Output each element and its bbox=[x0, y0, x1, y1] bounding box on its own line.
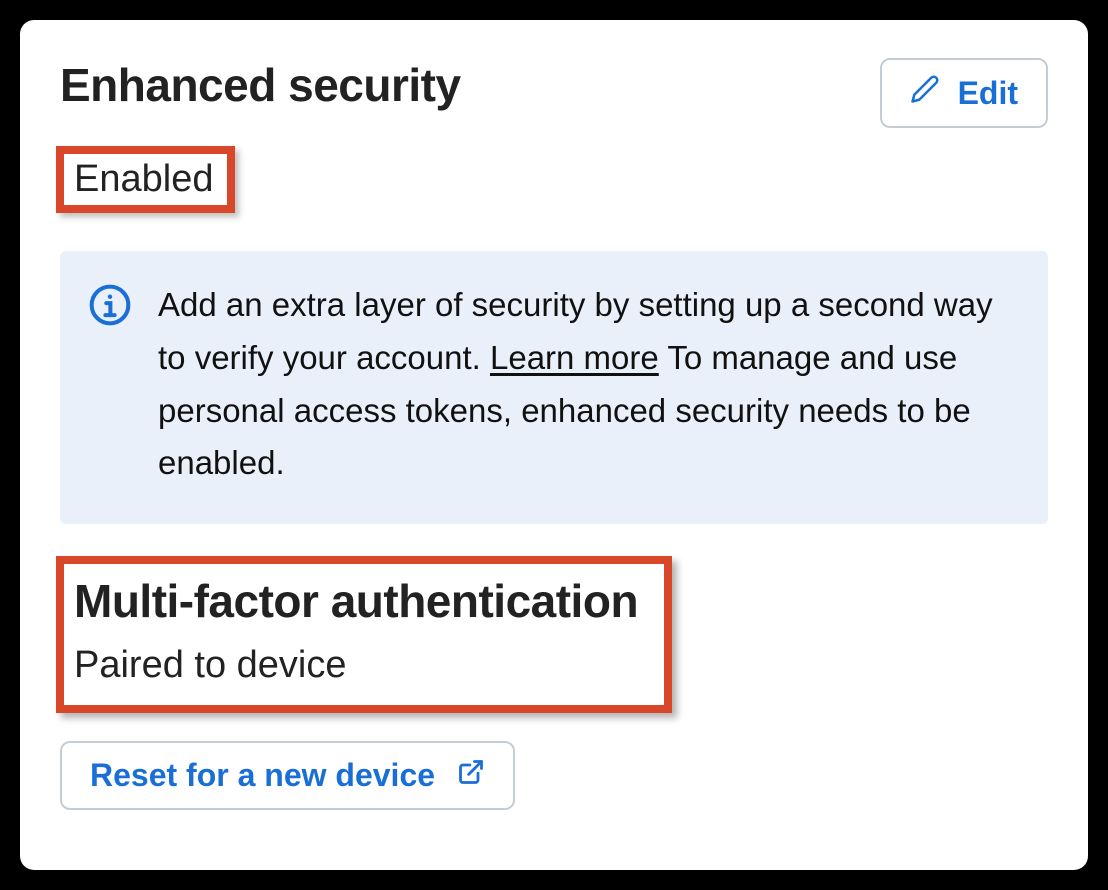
enhanced-security-card: Enhanced security Edit Enabled Add an ex… bbox=[20, 20, 1088, 870]
pencil-icon bbox=[910, 74, 940, 112]
enhanced-security-status: Enabled bbox=[74, 158, 213, 201]
info-icon bbox=[88, 283, 132, 327]
reset-device-button-label: Reset for a new device bbox=[90, 757, 435, 794]
edit-button-label: Edit bbox=[958, 75, 1018, 112]
mfa-status: Paired to device bbox=[74, 644, 638, 687]
status-highlight-box: Enabled bbox=[56, 146, 235, 213]
section-title: Enhanced security bbox=[60, 58, 461, 112]
mfa-title: Multi-factor authentication bbox=[74, 574, 638, 628]
learn-more-link[interactable]: Learn more bbox=[490, 339, 659, 376]
external-link-icon bbox=[457, 757, 485, 794]
header-row: Enhanced security Edit bbox=[60, 58, 1048, 128]
info-text: Add an extra layer of security by settin… bbox=[158, 279, 1012, 490]
info-callout: Add an extra layer of security by settin… bbox=[60, 251, 1048, 524]
mfa-highlight-box: Multi-factor authentication Paired to de… bbox=[56, 556, 672, 713]
edit-button[interactable]: Edit bbox=[880, 58, 1048, 128]
reset-device-button[interactable]: Reset for a new device bbox=[60, 741, 515, 810]
